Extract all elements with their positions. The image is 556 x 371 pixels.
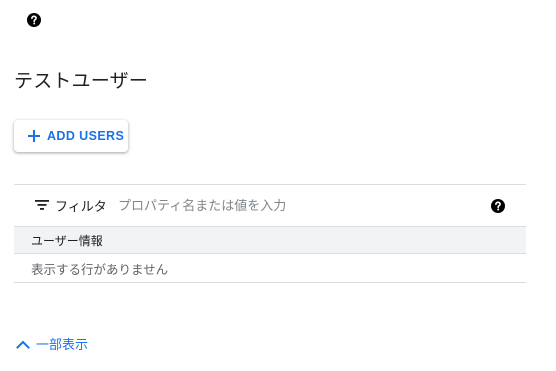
- chevron-up-icon: [16, 339, 30, 349]
- filter-input[interactable]: [118, 193, 458, 217]
- filter-help-icon[interactable]: [491, 199, 505, 213]
- filter-list-icon[interactable]: [35, 199, 49, 211]
- plus-icon: [27, 129, 41, 143]
- empty-table-row: 表示する行がありません: [14, 254, 526, 283]
- test-users-table: フィルタ ユーザー情報 表示する行がありません: [14, 184, 526, 283]
- filter-bar: フィルタ: [14, 185, 526, 226]
- empty-message: 表示する行がありません: [31, 262, 169, 277]
- filter-label: フィルタ: [55, 199, 107, 214]
- test-users-page: テストユーザー ADD USERS フィルタ プロパティ名または値を入力 ユーザ…: [0, 0, 556, 371]
- add-users-label: ADD USERS: [47, 129, 125, 143]
- page-title: テストユーザー: [14, 71, 149, 92]
- show-less-label: 一部表示: [36, 337, 89, 352]
- add-users-button[interactable]: ADD USERS: [14, 120, 128, 152]
- table-header-row: ユーザー情報: [14, 226, 526, 254]
- column-header-user-info[interactable]: ユーザー情報: [31, 232, 103, 249]
- help-icon[interactable]: [27, 13, 41, 27]
- show-less-toggle[interactable]: 一部表示: [16, 334, 88, 353]
